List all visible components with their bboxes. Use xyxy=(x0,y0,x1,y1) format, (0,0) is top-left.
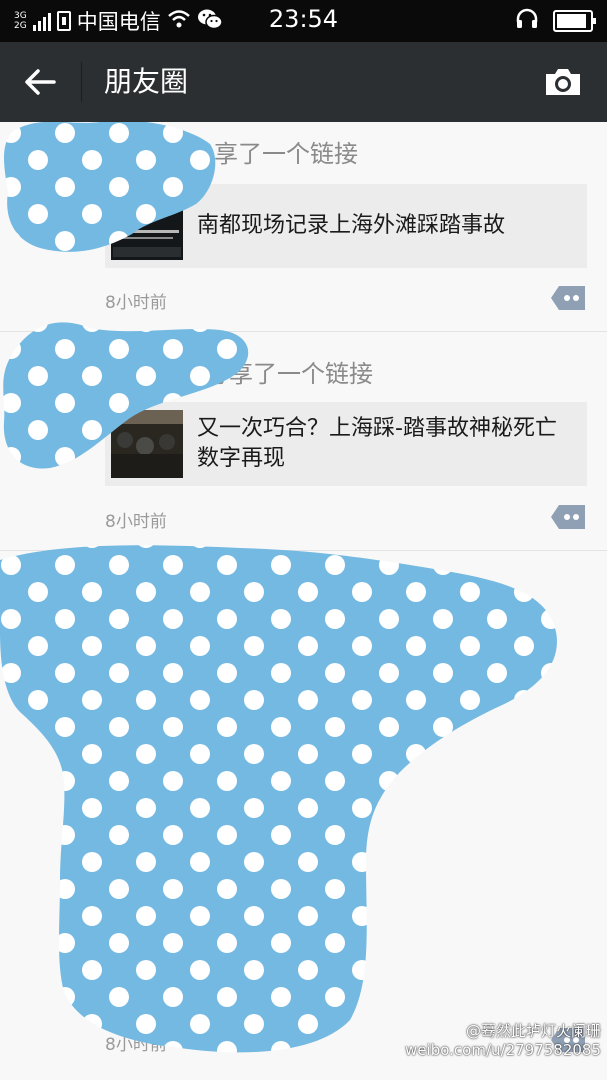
redaction-blob xyxy=(4,122,216,252)
title-bar: 朋友圈 xyxy=(0,42,607,122)
moments-feed[interactable]: 分享了一个链接 南都现场记录上海外滩踩踏事故 8小时前 分享了一个链接 又一次巧… xyxy=(0,122,607,1080)
redaction-blob xyxy=(0,545,557,1053)
weibo-watermark: @蓦然此垆灯火阑珊 weibo.com/u/2797582085 xyxy=(401,1020,601,1059)
redaction-blob xyxy=(3,322,249,469)
arrow-left-icon xyxy=(25,69,56,95)
status-bar: 3G 2G 中国电信 23:54 xyxy=(0,0,607,42)
page-title: 朋友圈 xyxy=(104,65,189,98)
watermark-url: weibo.com/u/2797582085 xyxy=(405,1041,601,1059)
back-button[interactable] xyxy=(18,60,62,104)
status-right xyxy=(515,7,596,35)
battery-level xyxy=(557,14,586,28)
watermark-handle: @蓦然此垆灯火阑珊 xyxy=(465,1022,601,1040)
camera-icon xyxy=(546,69,580,95)
headset-icon xyxy=(515,7,539,35)
title-divider xyxy=(81,62,82,102)
camera-button[interactable] xyxy=(541,62,585,102)
battery-icon xyxy=(553,10,596,32)
privacy-redaction-overlay xyxy=(0,122,557,1053)
